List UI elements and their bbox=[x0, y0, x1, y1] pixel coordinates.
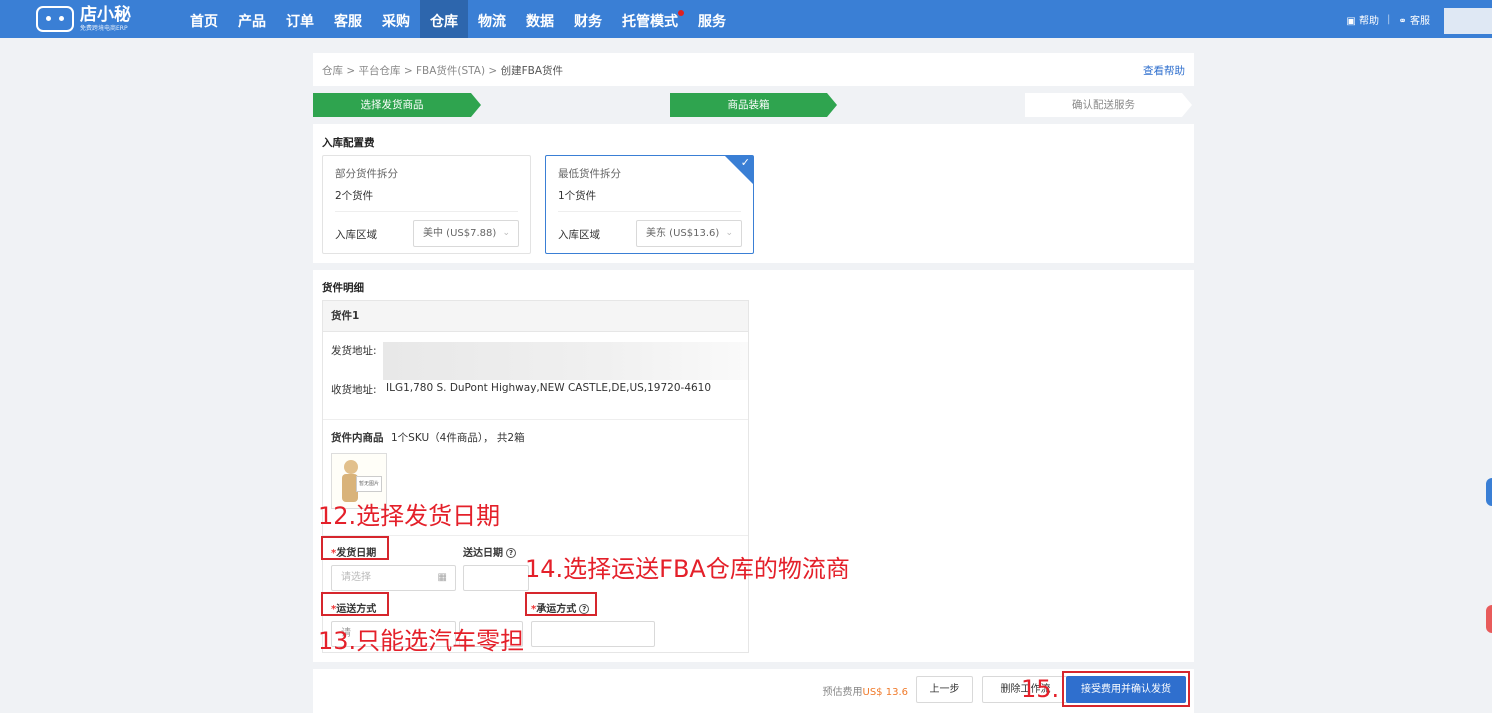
option-title: 部分货件拆分 bbox=[335, 168, 398, 180]
est-label: 预估费用 bbox=[822, 687, 863, 698]
region-value: 美中 (US$7.88) bbox=[423, 228, 497, 239]
nav-purchasing[interactable]: 采购 bbox=[372, 0, 420, 38]
ship-to-address: ILG1,780 S. DuPont Highway,NEW CASTLE,DE… bbox=[386, 382, 712, 394]
arrival-date-label: 送达日期? bbox=[463, 544, 516, 559]
main-nav: 首页 产品 订单 客服 采购 仓库 物流 数据 财务 托管模式 服务 bbox=[180, 0, 736, 38]
book-icon: ▣ bbox=[1346, 15, 1356, 27]
help-question-icon[interactable]: ? bbox=[506, 548, 516, 558]
nav-logistics[interactable]: 物流 bbox=[468, 0, 516, 38]
ship-from-label: 发货地址: bbox=[331, 345, 377, 357]
items-summary: 1个SKU（4件商品）， 共2箱 bbox=[391, 432, 525, 444]
ship-to-label: 收货地址: bbox=[331, 384, 377, 396]
option-count: 2个货件 bbox=[335, 190, 374, 202]
logo-name: 店小秘 bbox=[80, 4, 131, 25]
ship-from-address-redacted bbox=[383, 342, 748, 380]
step-confirm-delivery: 确认配送服务 bbox=[1025, 93, 1192, 117]
option-count: 1个货件 bbox=[558, 190, 597, 202]
breadcrumb-current: 创建FBA货件 bbox=[500, 65, 564, 77]
nav-hosting-mode[interactable]: 托管模式 bbox=[612, 0, 688, 38]
region-label: 入库区域 bbox=[335, 229, 377, 241]
nav-orders[interactable]: 订单 bbox=[276, 0, 324, 38]
service-link-top[interactable]: ⚭ 客服 bbox=[1398, 12, 1430, 27]
region-value: 美东 (US$13.6) bbox=[646, 228, 720, 239]
nav-services[interactable]: 服务 bbox=[688, 0, 736, 38]
top-nav-bar: 店小秘 免费跨境电商ERP 首页 产品 订单 客服 采购 仓库 物流 数据 财务… bbox=[0, 0, 1492, 38]
annotation-step-12: 12.选择发货日期 bbox=[318, 502, 501, 530]
breadcrumb-separator: > bbox=[488, 65, 498, 77]
estimated-fee: 预估费用US$ 13.6 bbox=[823, 683, 908, 698]
help-link-top[interactable]: ▣ 帮助 bbox=[1346, 12, 1379, 27]
product-thumbnail: 暂无图片 bbox=[331, 453, 387, 509]
option-title: 最低货件拆分 bbox=[558, 168, 621, 180]
divider: | bbox=[1387, 13, 1391, 25]
progress-steps: 选择发货商品 商品装箱 确认配送服务 bbox=[313, 93, 1194, 117]
breadcrumb: 仓库 > 平台仓库 > FBA货件(STA) > 创建FBA货件 bbox=[322, 63, 563, 78]
side-floating-button[interactable] bbox=[1486, 478, 1492, 506]
no-image-label: 暂无图片 bbox=[356, 476, 382, 492]
check-icon: ✓ bbox=[740, 156, 750, 169]
region-label: 入库区域 bbox=[558, 229, 600, 241]
view-help-link[interactable]: 查看帮助 bbox=[1143, 63, 1185, 78]
user-avatar[interactable] bbox=[1444, 8, 1492, 34]
region-select[interactable]: 美东 (US$13.6) ⌄ bbox=[636, 220, 742, 247]
section-title: 入库配置费 bbox=[322, 137, 375, 149]
nav-products[interactable]: 产品 bbox=[228, 0, 276, 38]
highlight-confirm-button bbox=[1062, 671, 1190, 707]
annotation-step-15: 15. bbox=[1021, 675, 1060, 703]
nav-hosting-mode-label: 托管模式 bbox=[622, 14, 678, 30]
nav-home[interactable]: 首页 bbox=[180, 0, 228, 38]
help-label: 帮助 bbox=[1359, 15, 1380, 27]
arrival-date-label-text: 送达日期 bbox=[463, 548, 503, 559]
breadcrumb-item[interactable]: 仓库 bbox=[322, 65, 343, 77]
nav-data[interactable]: 数据 bbox=[516, 0, 564, 38]
step-packing: 商品装箱 bbox=[670, 93, 837, 117]
side-floating-button[interactable] bbox=[1486, 605, 1492, 633]
service-label: 客服 bbox=[1410, 15, 1430, 27]
inbound-fee-panel: 入库配置费 部分货件拆分 2个货件 入库区域 美中 (US$7.88) ⌄ ✓ 最… bbox=[313, 124, 1194, 263]
fee-option-minimal[interactable]: ✓ 最低货件拆分 1个货件 入库区域 美东 (US$13.6) ⌄ bbox=[545, 155, 754, 254]
items-label: 货件内商品 bbox=[331, 432, 384, 444]
divider bbox=[558, 211, 741, 212]
section-title: 货件明细 bbox=[322, 282, 364, 294]
highlight-carrier bbox=[525, 592, 597, 616]
headset-icon: ⚭ bbox=[1398, 15, 1407, 27]
breadcrumb-separator: > bbox=[346, 65, 356, 77]
previous-step-button[interactable]: 上一步 bbox=[916, 676, 973, 703]
robot-logo-icon bbox=[36, 6, 74, 32]
divider bbox=[323, 419, 748, 420]
logo-subtitle: 免费跨境电商ERP bbox=[80, 24, 128, 32]
est-amount: US$ 13.6 bbox=[862, 687, 908, 698]
highlight-ship-date bbox=[321, 536, 389, 560]
app-logo[interactable]: 店小秘 免费跨境电商ERP bbox=[36, 3, 131, 35]
carrier-select[interactable] bbox=[531, 621, 655, 647]
divider bbox=[335, 211, 518, 212]
notification-dot bbox=[678, 10, 684, 16]
nav-finance[interactable]: 财务 bbox=[564, 0, 612, 38]
chevron-down-icon: ⌄ bbox=[502, 228, 510, 238]
breadcrumb-item[interactable]: FBA货件(STA) bbox=[416, 65, 485, 77]
nav-customer-service[interactable]: 客服 bbox=[324, 0, 372, 38]
ship-date-input[interactable]: 请选择 ▦ bbox=[331, 565, 456, 591]
step-select-products: 选择发货商品 bbox=[313, 93, 481, 117]
annotation-step-14: 14.选择运送FBA仓库的物流商 bbox=[525, 555, 850, 583]
nav-warehouse[interactable]: 仓库 bbox=[420, 0, 468, 38]
breadcrumb-panel: 仓库 > 平台仓库 > FBA货件(STA) > 创建FBA货件 查看帮助 bbox=[313, 53, 1194, 86]
chevron-down-icon: ⌄ bbox=[725, 228, 733, 238]
shipment-title: 货件1 bbox=[323, 301, 748, 332]
fee-option-partial[interactable]: 部分货件拆分 2个货件 入库区域 美中 (US$7.88) ⌄ bbox=[322, 155, 531, 254]
breadcrumb-item[interactable]: 平台仓库 bbox=[359, 65, 401, 77]
arrival-date-input[interactable] bbox=[463, 565, 529, 591]
annotation-step-13: 13.只能选汽车零担 bbox=[318, 627, 525, 655]
figure-icon bbox=[344, 460, 358, 474]
region-select[interactable]: 美中 (US$7.88) ⌄ bbox=[413, 220, 519, 247]
shipment-detail-panel: 货件明细 货件1 发货地址: 收货地址: ILG1,780 S. DuPont … bbox=[313, 270, 1194, 662]
highlight-transport bbox=[321, 592, 389, 616]
calendar-icon: ▦ bbox=[437, 572, 447, 583]
ship-date-placeholder: 请选择 bbox=[341, 572, 371, 583]
breadcrumb-separator: > bbox=[403, 65, 413, 77]
